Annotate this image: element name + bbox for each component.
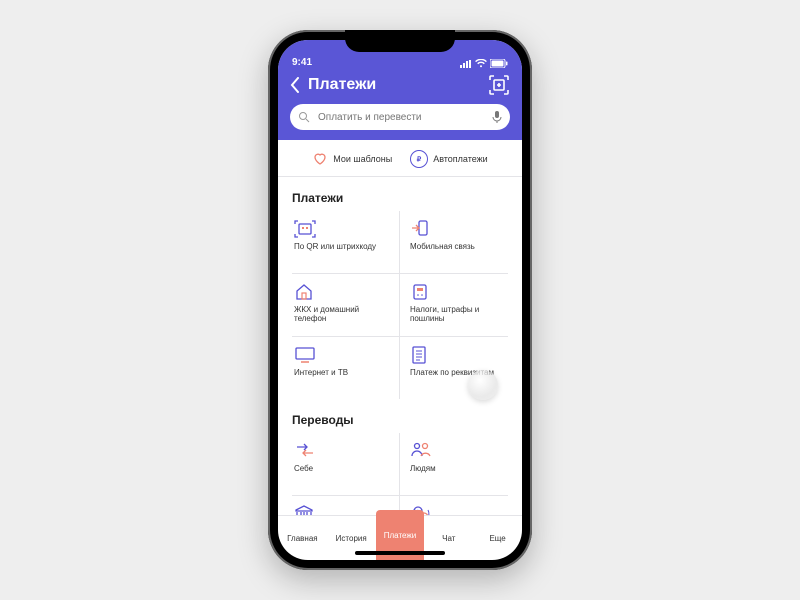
page-title: Платежи [308,76,480,94]
pay-internet[interactable]: Интернет и ТВ [292,337,400,399]
mobile-icon [410,219,500,239]
cell-label: ЖКХ и домашний телефон [294,306,391,324]
autopay-icon: ₽ [410,150,428,168]
phone-frame: 9:41 Платежи [268,30,532,570]
pay-tax[interactable]: Налоги, штрафы и пошлины [400,274,508,337]
nav-home[interactable]: Главная [278,516,327,560]
self-icon [294,441,391,461]
screen: 9:41 Платежи [278,40,522,560]
cell-label: Мобильная связь [410,243,500,252]
section-title-payments: Платежи [292,191,508,205]
cell-label: Себе [294,465,391,474]
cell-label: По QR или штрихкоду [294,243,391,252]
search-input[interactable] [316,111,486,124]
cell-label: Людям [410,465,500,474]
status-right [460,59,508,68]
search-icon [298,111,310,123]
cell-label: Интернет и ТВ [294,369,391,378]
qr-icon [294,219,391,239]
cell-label: Налоги, штрафы и пошлины [410,306,500,324]
document-icon [410,345,500,365]
quick-label: Автоплатежи [433,154,488,164]
header: Платежи [278,70,522,140]
section-title-transfers: Переводы [292,413,508,427]
pay-mobile[interactable]: Мобильная связь [400,211,508,274]
signal-icon [460,60,472,68]
content[interactable]: Платежи По QR или штрихкоду Мобильная св… [278,177,522,515]
home-indicator [355,551,445,555]
people-icon [410,441,500,461]
qr-scan-button[interactable] [488,74,510,96]
cell-label: Платеж по реквизитам [410,369,500,378]
mic-icon[interactable] [492,110,502,124]
heart-icon [312,151,328,167]
pay-qr[interactable]: По QR или штрихкоду [292,211,400,274]
nav-more[interactable]: Еще [473,516,522,560]
payments-grid: По QR или штрихкоду Мобильная связь ЖКХ … [292,211,508,399]
quick-label: Мои шаблоны [333,154,392,164]
tax-icon [410,282,500,302]
trans-people[interactable]: Людям [400,433,508,496]
quick-autopay[interactable]: ₽ Автоплатежи [410,150,488,168]
tv-icon [294,345,391,365]
wifi-icon [475,59,487,68]
back-button[interactable] [290,77,300,93]
trans-self[interactable]: Себе [292,433,400,496]
quick-templates[interactable]: Мои шаблоны [312,150,392,168]
transfers-grid: Себе Людям Организациям ₽$ [292,433,508,515]
search-bar[interactable] [290,104,510,130]
battery-icon [490,59,508,68]
pay-requisites[interactable]: Платеж по реквизитам [400,337,508,399]
notch [345,30,455,52]
svg-text:₽: ₽ [417,156,422,164]
quick-row: Мои шаблоны ₽ Автоплатежи [278,140,522,177]
house-icon [294,282,391,302]
status-time: 9:41 [292,57,312,68]
pay-utilities[interactable]: ЖКХ и домашний телефон [292,274,400,337]
